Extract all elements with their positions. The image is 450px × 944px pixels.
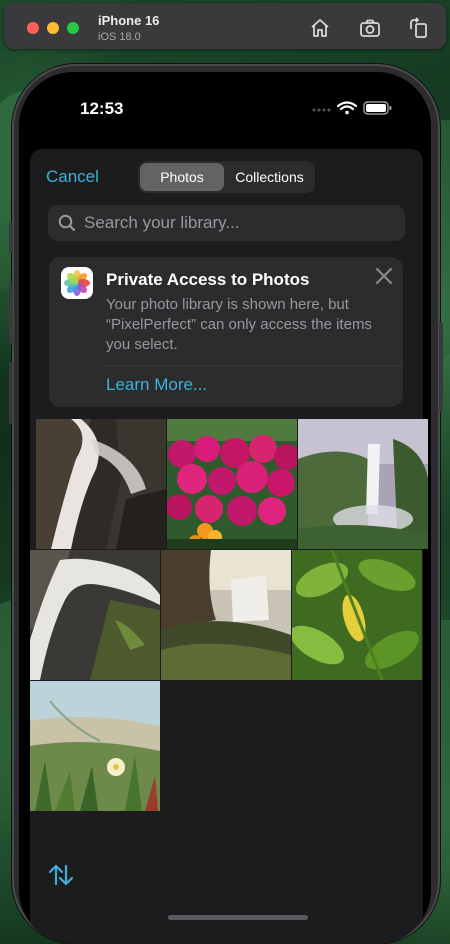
photo-thumbnail[interactable] xyxy=(30,681,160,811)
minimize-window-button[interactable] xyxy=(47,22,59,34)
photo-thumbnail[interactable] xyxy=(161,550,291,680)
phone-screen: 12:53 Cancel Photos Collections Search y… xyxy=(19,72,431,944)
status-time: 12:53 xyxy=(80,99,124,118)
sort-arrows-icon[interactable] xyxy=(47,861,75,889)
home-indicator[interactable] xyxy=(168,915,308,920)
photo-thumbnail[interactable] xyxy=(167,419,297,549)
rotate-button[interactable] xyxy=(407,16,431,40)
close-icon[interactable] xyxy=(375,267,393,285)
photo-thumbnail[interactable] xyxy=(36,419,166,549)
home-button[interactable] xyxy=(308,16,332,40)
power-button[interactable] xyxy=(439,322,443,412)
banner-body: Your photo library is shown here, but “P… xyxy=(106,296,372,353)
simulator-title-bar: iPhone 16 iOS 18.0 xyxy=(4,3,446,49)
segmented-control: Photos Collections xyxy=(138,161,315,193)
cancel-button[interactable]: Cancel xyxy=(46,167,99,187)
action-button[interactable] xyxy=(9,222,13,252)
zoom-window-button[interactable] xyxy=(67,22,79,34)
photo-thumbnail[interactable] xyxy=(298,419,428,549)
private-access-banner: Private Access to Photos Your photo libr… xyxy=(49,257,403,407)
rotate-icon xyxy=(410,17,427,38)
battery-icon xyxy=(363,101,392,115)
learn-more-link[interactable]: Learn More... xyxy=(106,375,207,395)
search-bar[interactable] xyxy=(48,205,405,241)
photos-app-icon xyxy=(61,267,93,299)
banner-divider xyxy=(106,365,403,366)
screenshot-button[interactable] xyxy=(358,16,382,40)
screenshot-icon xyxy=(360,19,380,37)
tab-photos[interactable]: Photos xyxy=(140,163,224,191)
volume-up-button[interactable] xyxy=(9,282,13,344)
photo-thumbnail[interactable] xyxy=(30,550,160,680)
volume-down-button[interactable] xyxy=(9,362,13,424)
search-input[interactable] xyxy=(84,205,394,241)
banner-title: Private Access to Photos xyxy=(106,270,310,289)
photo-picker-sheet: Cancel Photos Collections Search your li… xyxy=(30,149,428,944)
photo-thumbnail[interactable] xyxy=(292,550,422,680)
status-icons xyxy=(311,100,411,116)
wifi-icon xyxy=(336,101,358,115)
home-icon xyxy=(311,19,329,37)
tab-collections[interactable]: Collections xyxy=(226,163,313,191)
device-name: iPhone 16 xyxy=(98,13,160,28)
signal-dots-icon xyxy=(312,108,331,112)
close-window-button[interactable] xyxy=(27,22,39,34)
os-version: iOS 18.0 xyxy=(98,31,141,43)
search-icon xyxy=(58,214,76,232)
